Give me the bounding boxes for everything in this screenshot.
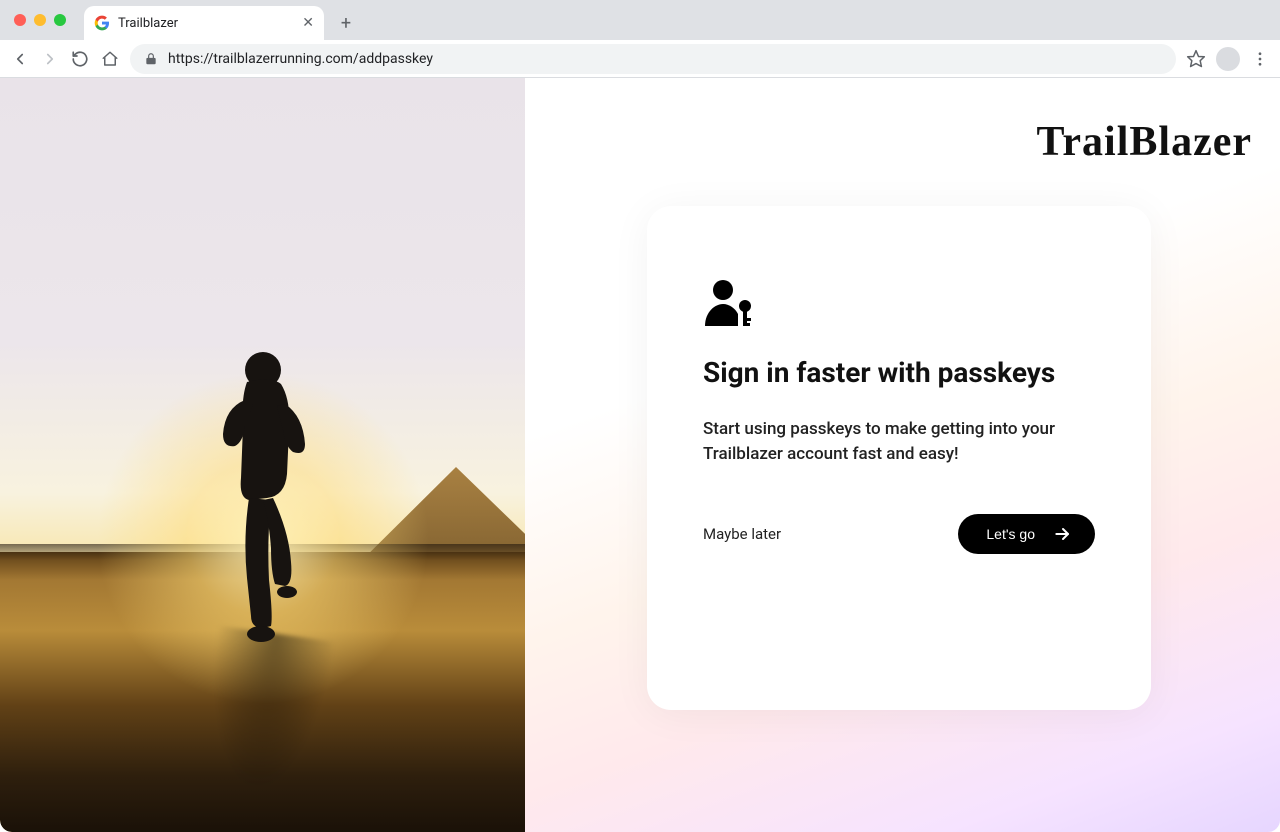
arrow-right-icon — [1053, 524, 1073, 544]
browser-chrome: Trailblazer ✕ + https://trailblazerrunni… — [0, 0, 1280, 78]
tab-title: Trailblazer — [118, 16, 294, 31]
bookmark-star-icon[interactable] — [1186, 49, 1206, 69]
person-key-icon — [703, 278, 1095, 328]
window-close-icon[interactable] — [14, 14, 26, 26]
forward-button[interactable] — [40, 49, 60, 69]
address-bar[interactable]: https://trailblazerrunning.com/addpasske… — [130, 44, 1176, 74]
card-heading: Sign in faster with passkeys — [703, 356, 1095, 389]
tab-favicon-icon — [94, 15, 110, 31]
back-button[interactable] — [10, 49, 30, 69]
hero-image — [0, 78, 525, 832]
home-button[interactable] — [100, 49, 120, 69]
runner-silhouette-icon — [193, 348, 333, 648]
card-body: Start using passkeys to make getting int… — [703, 417, 1083, 466]
passkey-card: Sign in faster with passkeys Start using… — [647, 206, 1151, 710]
tab-close-icon[interactable]: ✕ — [302, 15, 314, 31]
url-text: https://trailblazerrunning.com/addpasske… — [168, 51, 433, 67]
reload-button[interactable] — [70, 49, 90, 69]
browser-menu-icon[interactable] — [1250, 49, 1270, 69]
window-minimize-icon[interactable] — [34, 14, 46, 26]
window-maximize-icon[interactable] — [54, 14, 66, 26]
window-controls[interactable] — [14, 14, 66, 26]
right-pane: TrailBlazer Sign in faster with passkeys… — [525, 78, 1280, 832]
card-actions: Maybe later Let's go — [703, 514, 1095, 554]
browser-toolbar: https://trailblazerrunning.com/addpasske… — [0, 40, 1280, 78]
profile-avatar[interactable] — [1216, 47, 1240, 71]
brand-logo: TrailBlazer — [1037, 118, 1252, 166]
page-content: TrailBlazer Sign in faster with passkeys… — [0, 78, 1280, 832]
lock-icon — [144, 52, 158, 66]
maybe-later-link[interactable]: Maybe later — [703, 525, 781, 543]
tab-strip: Trailblazer ✕ + — [0, 0, 1280, 40]
browser-tab[interactable]: Trailblazer ✕ — [84, 6, 324, 40]
new-tab-button[interactable]: + — [332, 9, 360, 37]
cta-label: Let's go — [986, 526, 1035, 542]
lets-go-button[interactable]: Let's go — [958, 514, 1095, 554]
